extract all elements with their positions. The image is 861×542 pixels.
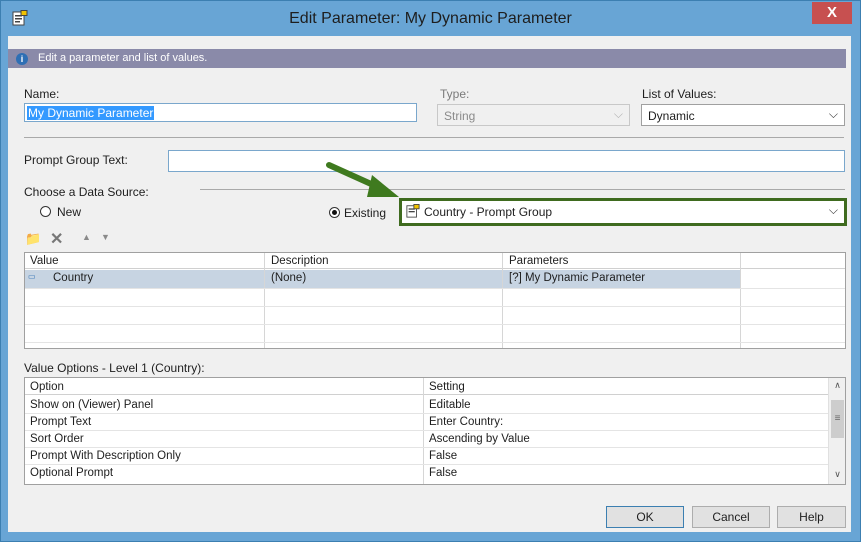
close-button[interactable]: X <box>812 2 852 24</box>
option-setting[interactable]: Enter Country: <box>429 416 503 428</box>
move-up-icon[interactable]: ▲ <box>82 232 91 242</box>
row-divider <box>25 464 828 465</box>
column-header-description[interactable]: Description <box>271 255 329 267</box>
column-divider <box>423 378 424 484</box>
cancel-button[interactable]: Cancel <box>692 506 770 528</box>
column-divider <box>502 253 503 348</box>
name-label: Name: <box>24 87 60 101</box>
column-header-value[interactable]: Value <box>30 255 59 267</box>
move-down-icon[interactable]: ▼ <box>101 232 110 242</box>
column-divider <box>264 253 265 348</box>
options-header <box>25 378 828 395</box>
option-name[interactable]: Optional Prompt <box>30 467 113 479</box>
column-header-setting[interactable]: Setting <box>429 381 465 393</box>
prompt-group-text-label: Prompt Group Text: <box>24 153 128 167</box>
help-button[interactable]: Help <box>777 506 846 528</box>
row-divider <box>25 324 845 325</box>
data-source-label: Choose a Data Source: <box>24 185 149 199</box>
row-divider <box>25 430 828 431</box>
row-divider <box>25 342 845 343</box>
option-setting[interactable]: False <box>429 467 457 479</box>
existing-radio-label[interactable]: Existing <box>344 206 386 220</box>
row-value: Country <box>53 272 94 284</box>
option-name[interactable]: Prompt With Description Only <box>30 450 181 462</box>
row-description: (None) <box>271 272 307 284</box>
delete-icon[interactable]: ✕ <box>50 229 63 249</box>
type-label: Type: <box>440 87 470 101</box>
row-divider <box>25 413 828 414</box>
option-name[interactable]: Show on (Viewer) Panel <box>30 399 153 411</box>
type-value: String <box>444 109 476 123</box>
new-icon[interactable]: 📁 <box>25 231 41 247</box>
header-divider <box>25 268 845 269</box>
ok-button[interactable]: OK <box>606 506 684 528</box>
existing-source-select[interactable]: Country - Prompt Group ⌵ <box>402 201 844 223</box>
info-text: Edit a parameter and list of values. <box>38 52 208 64</box>
dialog-title: Edit Parameter: My Dynamic Parameter <box>289 10 572 27</box>
new-radio-label[interactable]: New <box>57 205 81 219</box>
values-table[interactable]: Value Description Parameters ▭ Country (… <box>24 252 846 349</box>
new-radio[interactable] <box>40 206 51 217</box>
option-setting[interactable]: False <box>429 450 457 462</box>
prompt-group-text-input[interactable] <box>168 150 845 172</box>
existing-radio[interactable] <box>329 207 340 218</box>
type-select: String ⌵ <box>437 104 630 126</box>
scroll-thumb[interactable]: ≡ <box>831 400 844 438</box>
option-name[interactable]: Sort Order <box>30 433 84 445</box>
info-icon: i <box>16 53 28 65</box>
row-parameters: [?] My Dynamic Parameter <box>509 272 646 284</box>
list-of-values-value: Dynamic <box>648 109 695 123</box>
column-header-parameters[interactable]: Parameters <box>509 255 568 267</box>
field-icon: ▭ <box>28 272 36 281</box>
existing-source-value: Country - Prompt Group <box>424 205 553 219</box>
scroll-up-icon[interactable]: ∧ <box>831 380 844 393</box>
chevron-down-icon: ⌵ <box>828 107 838 121</box>
column-header-option[interactable]: Option <box>30 381 64 393</box>
value-options-label: Value Options - Level 1 (Country): <box>24 361 205 375</box>
list-of-values-select[interactable]: Dynamic ⌵ <box>641 104 845 126</box>
separator <box>24 137 844 138</box>
table-row[interactable]: ▭ Country (None) [?] My Dynamic Paramete… <box>25 270 740 288</box>
separator <box>200 189 845 190</box>
column-divider <box>740 253 741 348</box>
option-name[interactable]: Prompt Text <box>30 416 91 428</box>
row-divider <box>25 447 828 448</box>
row-divider <box>25 288 845 289</box>
row-divider <box>25 306 845 307</box>
value-options-table[interactable]: Option Setting Show on (Viewer) Panel Ed… <box>24 377 846 485</box>
name-value: My Dynamic Parameter <box>27 106 155 120</box>
info-bar: i Edit a parameter and list of values. <box>8 49 846 68</box>
scroll-down-icon[interactable]: ∨ <box>831 469 844 482</box>
title-bar[interactable]: Edit Parameter: My Dynamic Parameter X <box>1 1 860 37</box>
option-setting[interactable]: Ascending by Value <box>429 433 530 445</box>
name-field[interactable]: My Dynamic Parameter <box>24 103 417 122</box>
option-setting[interactable]: Editable <box>429 399 471 411</box>
list-of-values-label: List of Values: <box>642 87 717 101</box>
chevron-down-icon: ⌵ <box>828 203 838 217</box>
prompt-group-icon <box>406 204 420 218</box>
chevron-down-icon: ⌵ <box>613 107 623 121</box>
annotation-arrow-icon <box>326 162 399 197</box>
vertical-scrollbar[interactable]: ∧ ≡ ∨ <box>828 378 845 484</box>
